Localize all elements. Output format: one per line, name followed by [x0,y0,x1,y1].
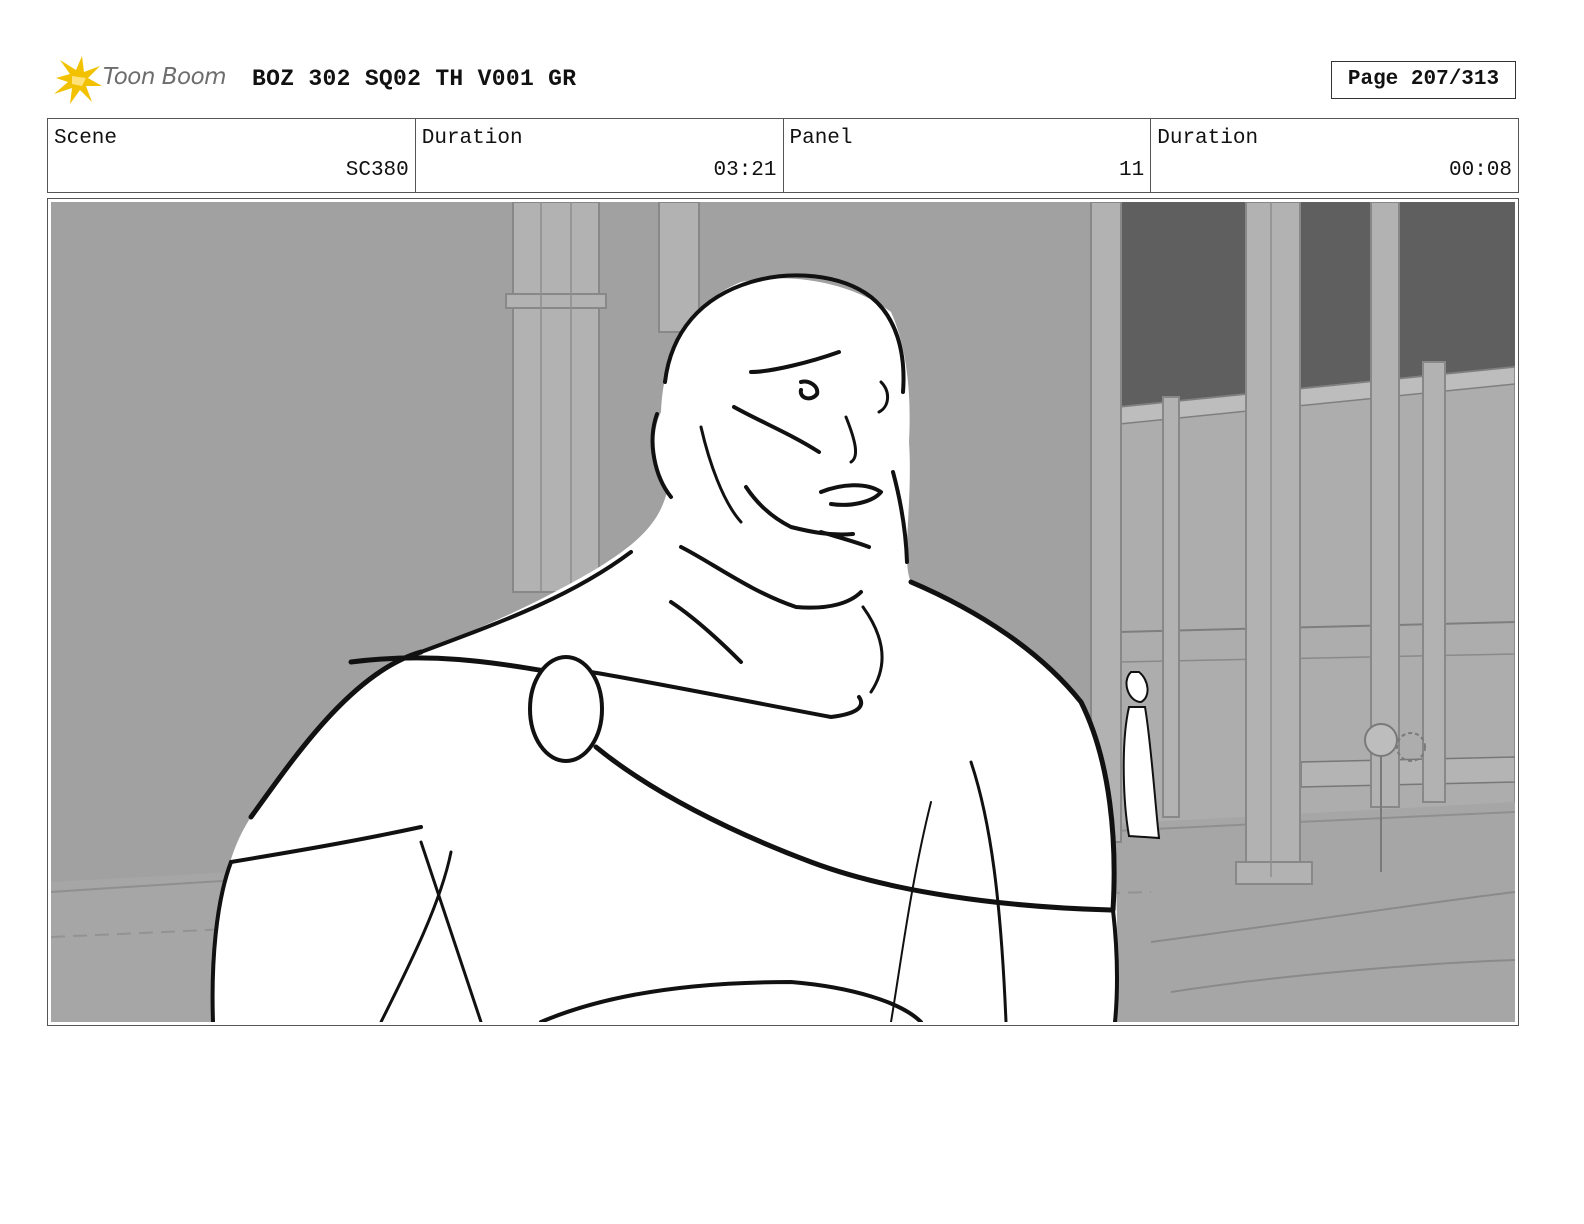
toon-boom-logo: Toon Boom [52,56,242,106]
panel-duration-value: 00:08 [1448,159,1512,182]
document-title: BOZ 302 SQ02 TH V001 GR [252,66,577,92]
scene-duration-cell: Duration 03:21 [416,119,784,192]
panel-label: Panel [789,127,853,150]
panel-cell: Panel 11 [784,119,1152,192]
logo-text: Toon Boom [103,64,227,90]
panel-duration-label: Duration [1157,127,1259,150]
storyboard-panel [47,198,1519,1026]
scene-info-table: Scene SC380 Duration 03:21 Panel 11 Dura… [47,118,1519,193]
scene-value: SC380 [345,159,409,182]
cape-clasp [528,655,604,763]
scene-duration-value: 03:21 [713,159,777,182]
storyboard-sketch [51,202,1515,1022]
scene-cell: Scene SC380 [48,119,416,192]
scene-duration-label: Duration [421,127,523,150]
panel-value: 11 [1119,159,1145,182]
panel-drawing [51,202,1515,1022]
scene-label: Scene [54,127,118,150]
panel-duration-cell: Duration 00:08 [1151,119,1518,192]
toon-boom-star-icon [54,56,102,104]
page-number: Page 207/313 [1331,61,1516,99]
